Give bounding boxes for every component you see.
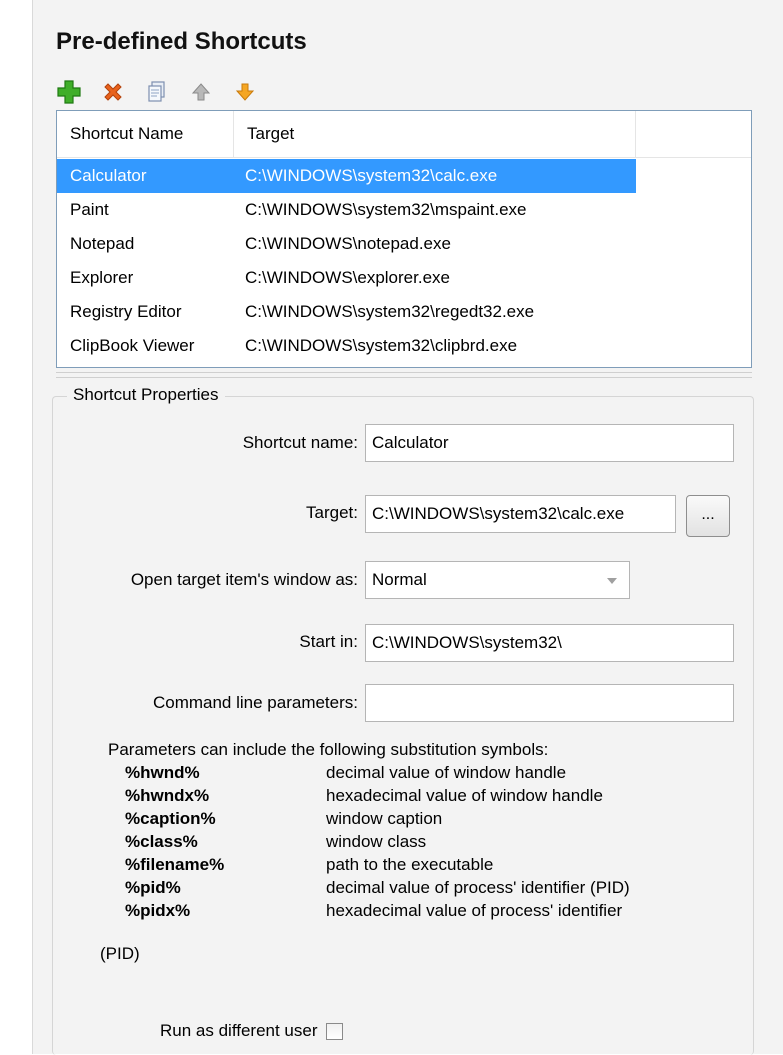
symbol-desc: decimal value of window handle [326,763,567,782]
symbol-row: %pidx% hexadecimal value of process' iden… [108,899,748,922]
symbol-desc: path to the executable [326,855,494,874]
symbol-name: %pidx% [125,901,191,920]
target-field[interactable]: C:\WINDOWS\system32\calc.exe [365,495,676,533]
symbol-name: %hwnd% [125,763,200,782]
symbol-row: %hwnd% decimal value of window handle [108,761,748,784]
row-target: C:\WINDOWS\notepad.exe [245,234,451,253]
help-intro: Parameters can include the following sub… [108,740,549,759]
row-name: Calculator [57,159,234,193]
symbol-name: %hwndx% [125,786,210,805]
run-as-label: Run as different user [160,1021,318,1040]
symbol-row: %pid% decimal value of process' identifie… [108,876,748,899]
row-target: C:\WINDOWS\explorer.exe [245,268,450,287]
list-row[interactable]: Registry Editor C:\WINDOWS\system32\rege… [57,295,751,329]
arrow-up-icon[interactable] [188,79,214,105]
column-header-target[interactable]: Target [234,111,636,157]
symbol-desc: decimal value of process' identifier (PI… [326,878,630,897]
help-tail: (PID) [100,944,140,963]
shortcut-name-label: Shortcut name: [242,433,358,452]
section-title: Pre-defined Shortcuts [56,28,307,55]
start-in-field[interactable]: C:\WINDOWS\system32\ [365,624,734,662]
list-row[interactable]: Explorer C:\WINDOWS\explorer.exe [57,261,751,295]
add-icon[interactable] [56,79,82,105]
symbol-desc: window class [326,832,427,851]
row-target: C:\WINDOWS\system32\regedt32.exe [245,302,535,321]
splitter[interactable] [56,372,752,378]
symbol-name: %filename% [125,855,225,874]
list-row[interactable]: ClipBook Viewer C:\WINDOWS\system32\clip… [57,329,751,363]
delete-icon[interactable] [100,79,126,105]
symbol-name: %class% [125,832,198,851]
group-title: Shortcut Properties [67,385,225,405]
list-row[interactable]: Notepad C:\WINDOWS\notepad.exe [57,227,751,261]
row-target: C:\WINDOWS\system32\calc.exe [234,159,636,193]
browse-button[interactable]: ... [686,495,730,537]
symbol-row: %class% window class [108,830,748,853]
row-target: C:\WINDOWS\system32\mspaint.exe [245,200,527,219]
cmdline-field[interactable] [365,684,734,722]
target-label: Target: [306,503,358,522]
row-name: Registry Editor [70,302,182,321]
substitution-help: Parameters can include the following sub… [108,738,748,922]
run-as-row: Run as different user [160,1021,343,1041]
symbol-name: %pid% [125,878,181,897]
start-in-label: Start in: [299,632,358,651]
shortcut-name-field[interactable]: Calculator [365,424,734,462]
row-name: Explorer [70,268,134,287]
row-name: Notepad [70,234,135,253]
chevron-down-icon [607,578,617,584]
symbol-name: %caption% [125,809,216,828]
symbol-desc: hexadecimal value of window handle [326,786,603,805]
column-header-shortcut-name[interactable]: Shortcut Name [57,111,234,157]
arrow-down-icon[interactable] [232,79,258,105]
shortcut-toolbar [56,78,258,106]
row-target: C:\WINDOWS\system32\clipbrd.exe [245,336,518,355]
row-name: Paint [70,200,109,219]
row-name: ClipBook Viewer [70,336,195,355]
copy-icon[interactable] [144,79,170,105]
symbol-desc: window caption [326,809,443,828]
window-mode-value: Normal [372,570,427,589]
window-mode-select[interactable]: Normal [365,561,630,599]
list-row[interactable]: Calculator C:\WINDOWS\system32\calc.exe [57,159,636,193]
list-row[interactable]: Paint C:\WINDOWS\system32\mspaint.exe [57,193,751,227]
symbol-row: %hwndx% hexadecimal value of window handl… [108,784,748,807]
symbol-desc: hexadecimal value of process' identifier [326,901,623,920]
shortcut-list[interactable]: Shortcut Name Target Calculator C:\WINDO… [56,110,752,368]
list-header: Shortcut Name Target [57,111,751,158]
list-rows: Calculator C:\WINDOWS\system32\calc.exe … [57,159,751,363]
symbol-row: %caption% window caption [108,807,748,830]
run-as-checkbox[interactable] [325,1022,343,1040]
symbol-row: %filename% path to the executable [108,853,748,876]
window-mode-label: Open target item's window as: [130,570,358,589]
cmdline-label: Command line parameters: [152,693,358,712]
